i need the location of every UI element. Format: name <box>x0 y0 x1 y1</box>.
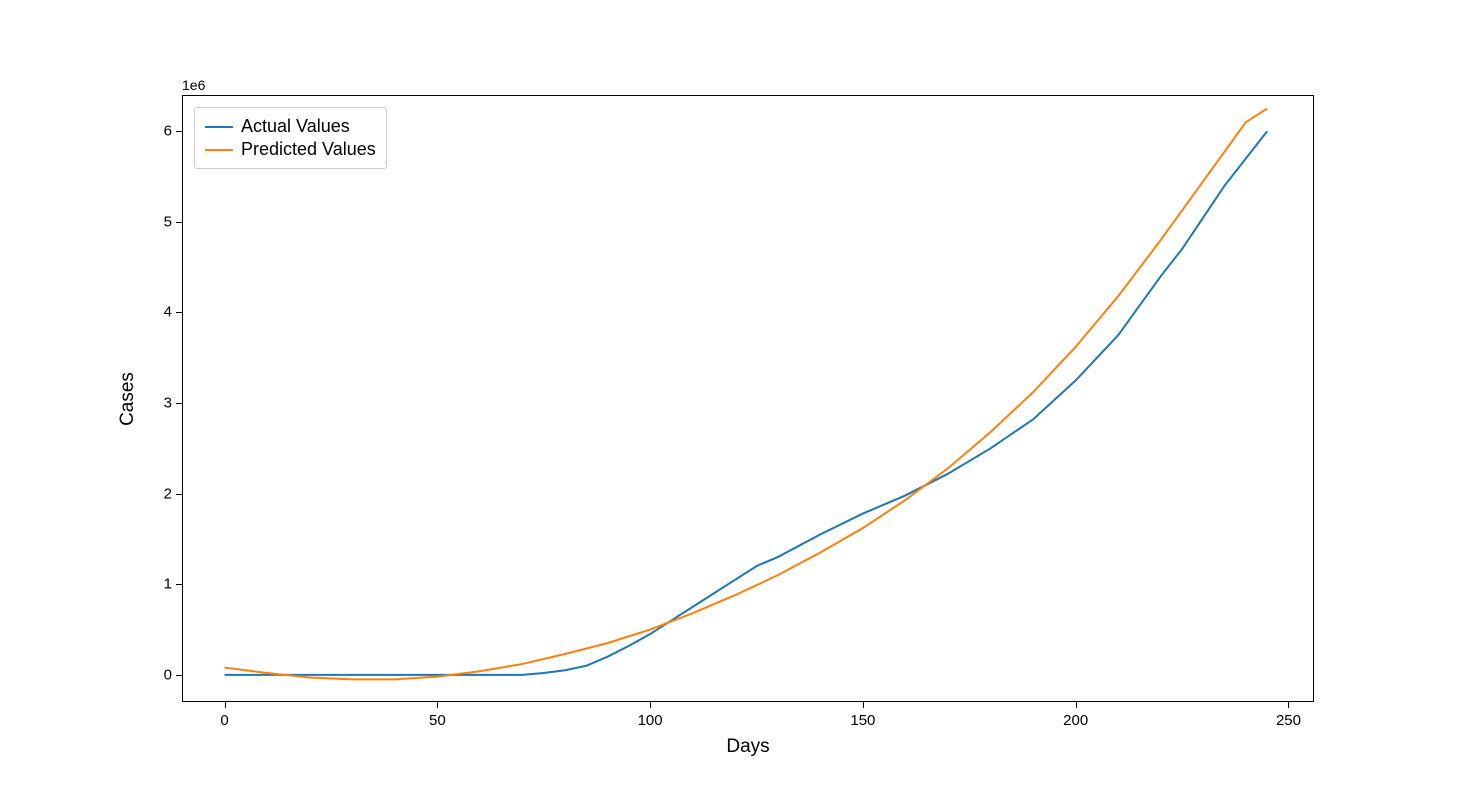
y-tick-mark <box>176 584 182 585</box>
legend-swatch <box>205 126 233 128</box>
series-line-1 <box>225 109 1268 680</box>
x-tick-label: 100 <box>638 712 663 729</box>
y-tick-label: 4 <box>152 304 172 321</box>
x-tick-mark <box>863 702 864 708</box>
legend-swatch <box>205 149 233 151</box>
x-tick-label: 250 <box>1276 712 1301 729</box>
x-tick-mark <box>437 702 438 708</box>
y-tick-label: 2 <box>152 485 172 502</box>
y-tick-mark <box>176 675 182 676</box>
x-tick-mark <box>1076 702 1077 708</box>
y-tick-mark <box>176 312 182 313</box>
legend-item: Actual Values <box>205 116 376 137</box>
x-tick-mark <box>225 702 226 708</box>
y-tick-label: 0 <box>152 666 172 683</box>
y-tick-mark <box>176 222 182 223</box>
x-tick-label: 150 <box>850 712 875 729</box>
y-tick-mark <box>176 131 182 132</box>
legend-label: Predicted Values <box>241 139 376 160</box>
y-tick-mark <box>176 494 182 495</box>
x-tick-label: 0 <box>220 712 228 729</box>
x-tick-mark <box>1288 702 1289 708</box>
x-tick-label: 200 <box>1063 712 1088 729</box>
x-tick-mark <box>650 702 651 708</box>
series-line-0 <box>225 131 1268 675</box>
x-tick-label: 50 <box>429 712 446 729</box>
legend: Actual ValuesPredicted Values <box>194 107 387 169</box>
y-tick-label: 3 <box>152 395 172 412</box>
legend-label: Actual Values <box>241 116 350 137</box>
legend-item: Predicted Values <box>205 139 376 160</box>
chart-figure: 1e6 Days Cases 0501001502002500123456 Ac… <box>0 0 1459 800</box>
y-tick-label: 1 <box>152 576 172 593</box>
y-tick-label: 5 <box>152 213 172 230</box>
y-tick-label: 6 <box>152 123 172 140</box>
y-tick-mark <box>176 403 182 404</box>
